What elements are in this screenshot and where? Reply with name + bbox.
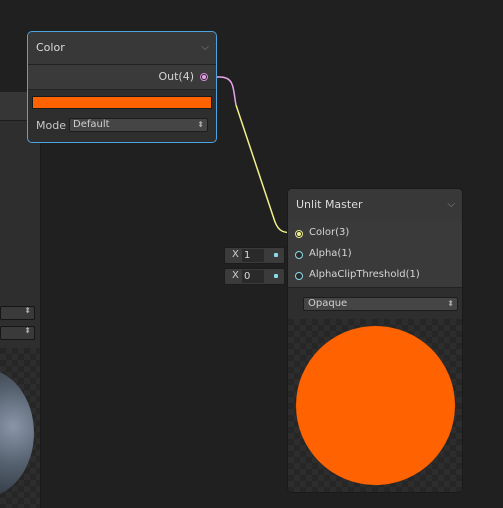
input-port-icon[interactable]: [295, 272, 303, 280]
alpha-input-field[interactable]: X 1: [224, 247, 285, 264]
port-connector-icon: [274, 274, 278, 278]
preview-sphere: [296, 326, 455, 485]
axis-label: X: [232, 249, 239, 260]
master-settings: Opaque ⬍: [288, 287, 462, 320]
master-inputs: Color(3) Alpha(1) AlphaClipThreshold(1): [288, 221, 462, 287]
surface-dropdown-value: Opaque: [308, 298, 348, 309]
color-swatch[interactable]: [32, 96, 212, 109]
input-row-color: Color(3): [288, 224, 462, 245]
alpha-value[interactable]: 1: [242, 249, 264, 262]
alpha-clip-value[interactable]: 0: [242, 270, 264, 283]
input-label: Color(3): [309, 227, 350, 238]
alpha-clip-input-field[interactable]: X 0: [224, 268, 285, 285]
master-node-title: Unlit Master: [296, 198, 363, 211]
port-connector-icon: [274, 253, 278, 257]
mode-dropdown-value: Default: [73, 119, 110, 130]
input-port-icon[interactable]: [295, 251, 303, 259]
color-output-row: Out(4): [28, 65, 216, 89]
chevron-down-icon[interactable]: ⌵: [201, 32, 209, 64]
input-label: Alpha(1): [309, 248, 352, 259]
output-label: Out(4): [158, 70, 194, 83]
updown-arrow-icon: ⬍: [447, 299, 454, 308]
input-row-alpha-clip: AlphaClipThreshold(1): [288, 266, 462, 287]
mode-label: Mode: [36, 119, 66, 132]
input-row-alpha: Alpha(1): [288, 245, 462, 266]
surface-dropdown[interactable]: Opaque ⬍: [303, 297, 458, 311]
color-node[interactable]: Color ⌵ Out(4) Mode Default ⬍: [27, 31, 217, 143]
mode-dropdown[interactable]: Default ⬍: [69, 118, 208, 132]
output-port-icon[interactable]: [200, 73, 208, 81]
input-port-icon[interactable]: [295, 230, 303, 238]
chevron-down-icon[interactable]: ⌵: [447, 189, 455, 221]
axis-label: X: [232, 270, 239, 281]
color-node-title: Color: [36, 41, 65, 54]
color-node-header[interactable]: Color ⌵: [28, 32, 216, 65]
unlit-master-node[interactable]: Unlit Master ⌵ Color(3) Alpha(1) AlphaCl…: [287, 188, 463, 493]
master-preview: [288, 319, 462, 492]
input-label: AlphaClipThreshold(1): [309, 269, 420, 280]
color-node-body: Mode Default ⬍: [28, 89, 216, 142]
updown-arrow-icon: ⬍: [197, 120, 204, 129]
master-node-header[interactable]: Unlit Master ⌵: [288, 189, 462, 222]
